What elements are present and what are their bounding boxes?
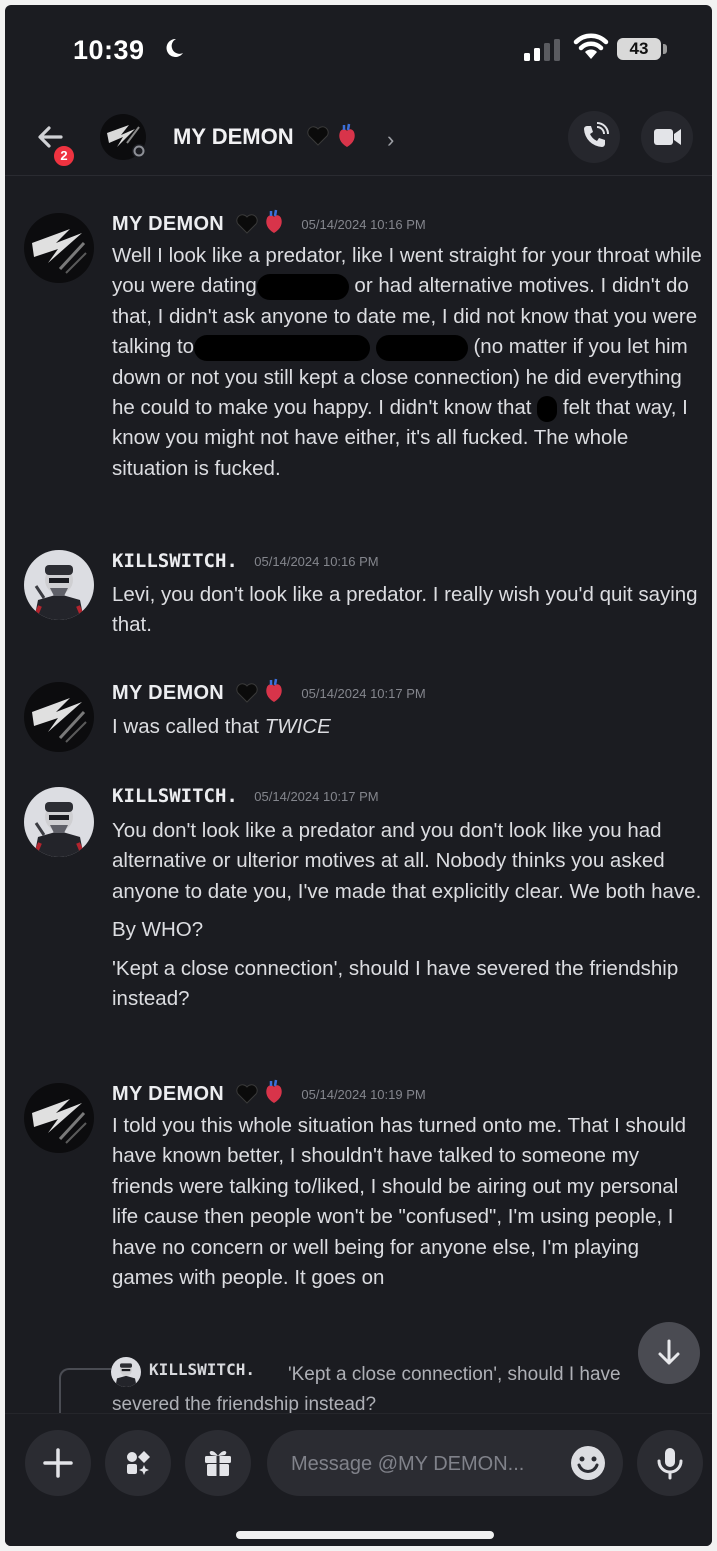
anatomical-heart-icon — [339, 123, 355, 147]
video-camera-icon — [654, 129, 681, 145]
microphone-icon — [657, 1448, 683, 1480]
status-time: 10:39 — [73, 35, 145, 65]
redacted-text — [194, 334, 371, 361]
black-heart-icon — [307, 126, 329, 146]
gift-icon — [205, 1450, 231, 1476]
black-heart-icon — [235, 214, 258, 234]
demon-avatar-image — [24, 1083, 94, 1153]
avatar[interactable] — [24, 787, 94, 857]
anatomical-heart-icon — [266, 678, 282, 702]
signal-icon — [524, 39, 560, 61]
chevron-right-icon[interactable]: › — [387, 127, 394, 153]
redacted-text — [256, 273, 349, 300]
redacted-text — [375, 334, 468, 361]
message-paragraph: By WHO? — [112, 918, 204, 942]
avatar[interactable] — [24, 550, 94, 620]
message-input-container — [267, 1430, 623, 1496]
timestamp: 05/14/2024 10:17 PM — [254, 788, 379, 804]
author-emojis — [235, 678, 285, 709]
video-call-button[interactable] — [641, 111, 693, 163]
discord-dm-screen: 10:39 43 2 MY DEMON › MY DEMON 05/14/202… — [5, 5, 712, 1546]
author-line: MY DEMON 05/14/2024 10:17 PM — [112, 678, 426, 708]
black-heart-icon — [235, 683, 258, 703]
plus-icon — [43, 1448, 73, 1478]
redacted-text — [537, 395, 558, 422]
home-indicator[interactable] — [236, 1531, 494, 1539]
scroll-to-bottom-button[interactable] — [638, 1322, 700, 1384]
message-body: I told you this whole situation has turn… — [112, 1111, 702, 1293]
author-name[interactable]: MY DEMON — [112, 1083, 224, 1105]
author-emojis — [235, 209, 285, 240]
message-composer — [5, 1413, 712, 1546]
message-paragraph: Well I look like a predator, like I went… — [112, 241, 702, 484]
author-line: KILLSWITCH. 05/14/2024 10:17 PM — [112, 785, 379, 815]
timestamp: 05/14/2024 10:16 PM — [254, 553, 379, 569]
header-title-text: MY DEMON — [173, 124, 294, 149]
apps-button[interactable] — [105, 1430, 171, 1496]
message-body: I was called that TWICE — [112, 712, 702, 742]
apps-icon — [127, 1451, 150, 1475]
avatar[interactable] — [24, 1083, 94, 1153]
demon-avatar-image — [24, 213, 94, 283]
avatar[interactable] — [24, 213, 94, 283]
anatomical-heart-icon — [266, 1079, 282, 1103]
author-name[interactable]: MY DEMON — [112, 213, 224, 235]
killswitch-avatar-image — [111, 1357, 141, 1387]
message-input[interactable] — [289, 1448, 553, 1480]
arrow-down-icon — [658, 1339, 680, 1365]
phone-call-icon — [584, 122, 609, 147]
text-run: I was called that — [112, 715, 265, 738]
battery-icon: 43 — [617, 38, 661, 60]
author-line: MY DEMON 05/14/2024 10:16 PM — [112, 209, 426, 239]
anatomical-heart-icon — [266, 209, 282, 233]
killswitch-avatar-image — [24, 550, 94, 620]
message-paragraph: Levi, you don't look like a predator. I … — [112, 583, 698, 637]
timestamp: 05/14/2024 10:16 PM — [301, 217, 426, 232]
killswitch-avatar-image — [24, 787, 94, 857]
message-paragraph: I was called that TWICE — [112, 712, 702, 742]
author-emojis — [235, 1079, 285, 1110]
message-body: You don't look like a predator and you d… — [112, 816, 702, 1014]
emoji-icon[interactable] — [569, 1444, 607, 1482]
message-paragraph: 'Kept a close connection', should I have… — [112, 956, 679, 1011]
demon-avatar-image — [24, 682, 94, 752]
attach-button[interactable] — [25, 1430, 91, 1496]
black-heart-icon — [235, 1084, 258, 1104]
author-name[interactable]: MY DEMON — [112, 682, 224, 704]
voice-call-button[interactable] — [568, 111, 620, 163]
author-name[interactable]: KILLSWITCH. — [112, 785, 238, 807]
unread-badge: 2 — [51, 143, 77, 169]
timestamp: 05/14/2024 10:17 PM — [301, 686, 426, 701]
timestamp: 05/14/2024 10:19 PM — [301, 1087, 426, 1102]
reply-author[interactable]: KILLSWITCH. — [149, 1360, 255, 1379]
avatar — [111, 1357, 141, 1387]
author-name[interactable]: KILLSWITCH. — [112, 550, 238, 572]
gift-button[interactable] — [185, 1430, 251, 1496]
emphasis-text: TWICE — [264, 715, 331, 738]
voice-message-button[interactable] — [637, 1430, 703, 1496]
message-body: Well I look like a predator, like I went… — [112, 241, 702, 484]
status-bar: 10:39 43 — [5, 5, 712, 95]
message-paragraph: I told you this whole situation has turn… — [112, 1114, 686, 1290]
message-paragraph: You don't look like a predator and you d… — [112, 819, 702, 903]
dm-header: 2 MY DEMON › — [5, 95, 712, 176]
wifi-icon — [573, 33, 609, 59]
avatar[interactable] — [99, 113, 147, 161]
moon-icon — [166, 38, 183, 57]
battery-tip — [663, 44, 667, 54]
author-line: MY DEMON 05/14/2024 10:19 PM — [112, 1079, 426, 1109]
message-body: Levi, you don't look like a predator. I … — [112, 580, 702, 641]
author-line: KILLSWITCH. 05/14/2024 10:16 PM — [112, 550, 379, 580]
avatar[interactable] — [24, 682, 94, 752]
page-title[interactable]: MY DEMON — [173, 123, 358, 150]
